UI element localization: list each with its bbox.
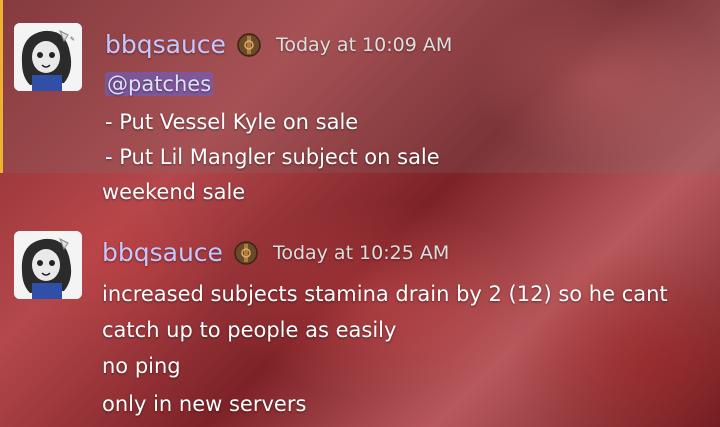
message-line: weekend sale (102, 180, 246, 204)
message-line: @patches (105, 70, 214, 98)
message-header: bbqsauce Today at 10:09 AM (105, 30, 452, 60)
message-line: increased subjects stamina drain by 2 (1… (102, 282, 668, 306)
svg-text:✎: ✎ (70, 36, 75, 43)
username[interactable]: bbqsauce (105, 30, 226, 60)
avatar[interactable] (14, 231, 82, 299)
avatar-drawing-icon: ✎ (14, 23, 82, 91)
username[interactable]: bbqsauce (102, 238, 223, 268)
wooden-shield-badge-icon[interactable] (233, 240, 259, 266)
wooden-shield-badge-icon[interactable] (236, 32, 262, 58)
timestamp[interactable]: Today at 10:25 AM (273, 238, 449, 268)
message-2: bbqsauce Today at 10:25 AM increased sub… (0, 210, 720, 427)
message-1: ✎ bbqsauce Today at 10:09 AM @patches - … (0, 0, 720, 173)
avatar[interactable]: ✎ (14, 23, 82, 91)
message-header: bbqsauce Today at 10:25 AM (102, 238, 449, 268)
message-line: - Put Lil Mangler subject on sale (105, 145, 440, 169)
message-line: only in new servers (102, 392, 307, 416)
user-mention[interactable]: @patches (105, 72, 214, 96)
timestamp[interactable]: Today at 10:09 AM (276, 30, 452, 60)
message-line: no ping (102, 354, 181, 378)
avatar-drawing-icon (14, 231, 82, 299)
message-line: catch up to people as easily (102, 318, 397, 342)
message-line: - Put Vessel Kyle on sale (105, 110, 359, 134)
